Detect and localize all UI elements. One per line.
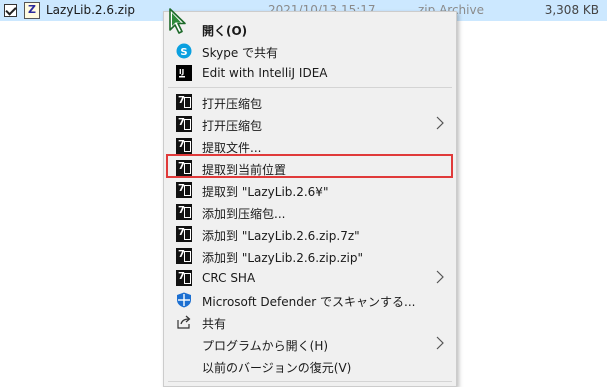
menu-item-label: 打开压缩包 [202,119,263,133]
menu-item-label: 共有 [202,317,227,331]
7zip-icon [176,204,192,220]
intellij-icon: IJ [176,65,192,81]
context-menu: 開く(O) S Skype で共有 IJ Edit with IntelliJ … [163,11,457,387]
svg-text:IJ: IJ [179,68,184,76]
menu-item-share[interactable]: 共有 [164,311,456,333]
checkbox[interactable] [4,4,17,17]
separator [168,381,452,382]
zip-file-icon [24,2,40,19]
7zip-icon [176,270,192,286]
7zip-icon [176,94,192,110]
7zip-icon [176,226,192,242]
cursor-icon [169,8,186,34]
menu-item-label: Skype で共有 [202,46,279,60]
menu-item-label: Edit with IntelliJ IDEA [202,66,328,80]
menu-item-label: 添加到 "LazyLib.2.6.zip.zip" [202,251,363,265]
share-icon [177,315,191,329]
7zip-icon [176,248,192,264]
menu-item-crc-sha[interactable]: CRC SHA [164,267,456,289]
menu-item-label: プログラムから開く(H) [202,339,329,353]
menu-item-open-archive[interactable]: 打开压缩包 [164,91,456,113]
menu-item-defender[interactable]: Microsoft Defender でスキャンする... [164,289,456,311]
menu-item-skype[interactable]: S Skype で共有 [164,40,456,62]
menu-item-restore-versions[interactable]: 以前のバージョンの復元(V) [164,355,456,377]
highlight-box [166,154,453,178]
chevron-right-icon [436,336,444,350]
menu-item-extract-to[interactable]: 提取到 "LazyLib.2.6¥" [164,179,456,201]
menu-item-add-to-archive[interactable]: 添加到压缩包... [164,201,456,223]
menu-item-label: CRC SHA [202,271,256,285]
7zip-icon [176,138,192,154]
menu-item-label: Microsoft Defender でスキャンする... [202,295,416,309]
menu-item-add-to-zip[interactable]: 添加到 "LazyLib.2.6.zip.zip" [164,245,456,267]
separator [168,87,452,88]
file-name: LazyLib.2.6.zip [46,3,136,17]
menu-item-label: 打开压缩包 [202,97,263,111]
menu-item-label: 開く(O) [202,24,248,38]
menu-item-label: 以前のバージョンの復元(V) [202,361,352,375]
svg-text:S: S [180,47,187,58]
chevron-right-icon [436,270,444,284]
chevron-right-icon [436,116,444,130]
menu-item-add-to-7z[interactable]: 添加到 "LazyLib.2.6.zip.7z" [164,223,456,245]
defender-shield-icon [177,292,191,308]
menu-item-open-with[interactable]: プログラムから開く(H) [164,333,456,355]
menu-item-intellij[interactable]: IJ Edit with IntelliJ IDEA [164,62,456,84]
menu-item-label: 添加到压缩包... [202,207,286,221]
skype-icon: S [176,43,192,59]
menu-item-label: 提取到 "LazyLib.2.6¥" [202,185,329,199]
7zip-icon [176,182,192,198]
menu-item-open[interactable]: 開く(O) [164,18,456,40]
menu-item-open-archive-submenu[interactable]: 打开压缩包 [164,113,456,135]
menu-item-label: 添加到 "LazyLib.2.6.zip.7z" [202,229,360,243]
7zip-icon [176,116,192,132]
file-size: 3,308 KB [544,3,599,17]
